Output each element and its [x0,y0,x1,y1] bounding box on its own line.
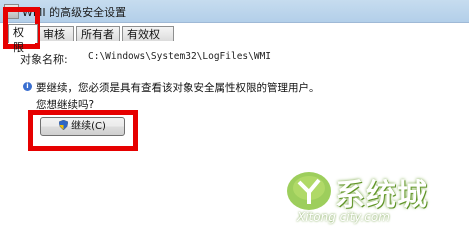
watermark: 系统城 Xitong city.com [285,166,460,234]
watermark-logo-icon [287,172,331,210]
object-name-label: 对象名称: [20,53,68,66]
admin-notice-text: 要继续，您必须是具有查看该对象安全属性权限的管理用户。 [36,82,320,94]
info-icon: i [23,82,32,91]
tab-auditing[interactable]: 审核 [38,26,74,41]
watermark-text: 系统城 [335,178,428,213]
object-name-value: C:\Windows\System32\LogFiles\WMI [88,51,272,62]
annotation-highlight-button [28,110,138,151]
tab-strip: 权限 审核 所有者 有效权限 [6,24,469,56]
watermark-url: Xitong city.com [297,210,390,224]
title-bar: WMI 的高级安全设置 [0,0,469,23]
tab-effective-permissions[interactable]: 有效权限 [122,26,174,56]
tab-owner[interactable]: 所有者 [76,26,120,41]
tab-permissions[interactable]: 权限 [8,24,38,54]
